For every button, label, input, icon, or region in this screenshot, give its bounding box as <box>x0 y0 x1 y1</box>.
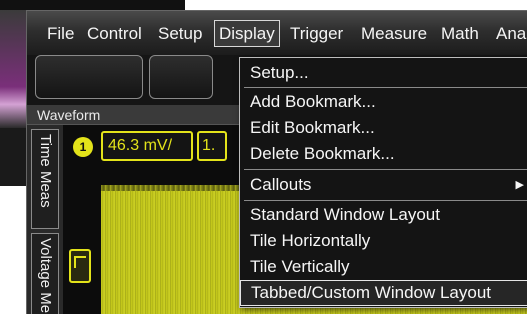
menu-item-standard-window-layout[interactable]: Standard Window Layout <box>240 202 527 228</box>
menu-item-tile-vertically[interactable]: Tile Vertically <box>240 254 527 280</box>
menu-item-setup[interactable]: Setup... <box>240 60 527 86</box>
toolbar-button[interactable] <box>149 55 213 99</box>
tab-voltage-meas[interactable]: Voltage Me <box>31 233 59 314</box>
menu-separator <box>244 169 527 170</box>
menu-item-edit-bookmark[interactable]: Edit Bookmark... <box>240 115 527 141</box>
channel-badge[interactable]: 1 <box>73 137 93 157</box>
menu-file[interactable]: File <box>43 19 78 49</box>
thumbnail-titlebar <box>0 0 185 10</box>
menu-item-callouts[interactable]: Callouts ▶ <box>240 172 527 198</box>
toolbar-button[interactable] <box>35 55 143 99</box>
side-tab-strip: Time Meas Voltage Me <box>27 125 63 314</box>
menu-trigger[interactable]: Trigger <box>286 19 347 49</box>
tab-voltage-meas-label: Voltage Me <box>37 238 54 314</box>
menu-item-callouts-label: Callouts <box>250 175 312 194</box>
menu-separator <box>244 87 527 88</box>
display-menu-dropdown: Setup... Add Bookmark... Edit Bookmark..… <box>239 57 527 308</box>
menu-item-tabbed-custom-window-layout[interactable]: Tabbed/Custom Window Layout <box>240 280 527 306</box>
menu-bar: File Control Setup Display Trigger Measu… <box>27 11 527 55</box>
waveform-panel-title: Waveform <box>37 107 101 123</box>
menu-setup[interactable]: Setup <box>154 19 206 49</box>
menu-measure[interactable]: Measure <box>357 19 431 49</box>
menu-item-add-bookmark[interactable]: Add Bookmark... <box>240 89 527 115</box>
menu-math[interactable]: Math <box>437 19 483 49</box>
tab-time-meas-label: Time Meas <box>37 134 54 208</box>
oscilloscope-window: File Control Setup Display Trigger Measu… <box>26 10 527 314</box>
trigger-icon <box>74 256 86 268</box>
menu-display[interactable]: Display <box>214 20 280 47</box>
tab-time-meas[interactable]: Time Meas <box>31 129 59 229</box>
menu-item-delete-bookmark[interactable]: Delete Bookmark... <box>240 141 527 167</box>
channel-scale-field[interactable]: 46.3 mV/ <box>101 131 193 161</box>
menu-item-tile-horizontally[interactable]: Tile Horizontally <box>240 228 527 254</box>
channel-offset-field[interactable]: 1. <box>197 131 227 161</box>
trigger-level-marker[interactable] <box>69 249 91 283</box>
menu-control[interactable]: Control <box>83 19 146 49</box>
menu-analyze[interactable]: Ana <box>492 19 527 49</box>
menu-separator <box>244 200 527 201</box>
triangle-right-icon: ▶ <box>515 179 524 191</box>
